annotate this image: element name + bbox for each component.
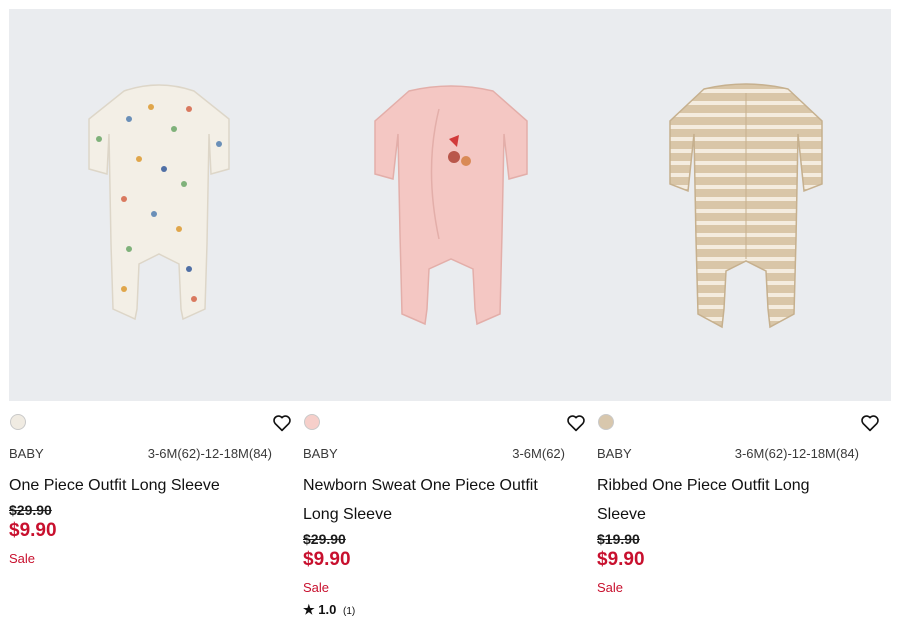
heart-outline-icon[interactable]: [860, 414, 880, 432]
original-price: $19.90: [597, 531, 640, 547]
sale-label: Sale: [597, 580, 624, 595]
product-name-line1: Newborn Sweat One Piece Outfit: [303, 477, 538, 494]
product-name[interactable]: Newborn Sweat One Piece Outfit Long Slee…: [303, 471, 573, 529]
color-swatch[interactable]: [598, 414, 614, 430]
product-card[interactable]: BABY 3-6M(62) Newborn Sweat One Piece Ou…: [294, 0, 585, 628]
star-icon: ★: [303, 602, 315, 617]
rating-value: 1.0: [318, 602, 337, 617]
gender-label: BABY: [597, 446, 632, 461]
sale-price: $9.90: [303, 549, 351, 570]
product-name[interactable]: Ribbed One Piece Outfit Long Sleeve: [597, 471, 867, 529]
original-price: $29.90: [303, 531, 346, 547]
gender-label: BABY: [9, 446, 44, 461]
product-card[interactable]: BABY 3-6M(62)-12-18M(84) Ribbed One Piec…: [588, 0, 879, 628]
rating[interactable]: ★ 1.0 (1): [303, 602, 355, 618]
product-name[interactable]: One Piece Outfit Long Sleeve: [9, 471, 279, 500]
product-name-line1: Ribbed One Piece Outfit Long: [597, 477, 810, 494]
product-name-line2: Sleeve: [597, 506, 646, 523]
sale-price: $9.90: [9, 520, 57, 541]
rating-count: (1): [342, 606, 356, 617]
original-price: $29.90: [9, 502, 52, 518]
sale-label: Sale: [303, 580, 330, 595]
sale-label: Sale: [9, 551, 36, 566]
sale-price: $9.90: [597, 549, 645, 570]
size-range: 3-6M(62)-12-18M(84): [734, 446, 859, 461]
heart-outline-icon[interactable]: [566, 414, 586, 432]
color-swatch[interactable]: [304, 414, 320, 430]
product-name-line2: Long Sleeve: [303, 506, 392, 523]
gender-label: BABY: [303, 446, 338, 461]
size-range: 3-6M(62): [512, 446, 565, 461]
color-swatch[interactable]: [10, 414, 26, 430]
product-card[interactable]: BABY 3-6M(62)-12-18M(84) One Piece Outfi…: [0, 0, 291, 628]
heart-outline-icon[interactable]: [272, 414, 292, 432]
size-range: 3-6M(62)-12-18M(84): [147, 446, 272, 461]
product-name-line1: One Piece Outfit Long Sleeve: [9, 477, 220, 494]
